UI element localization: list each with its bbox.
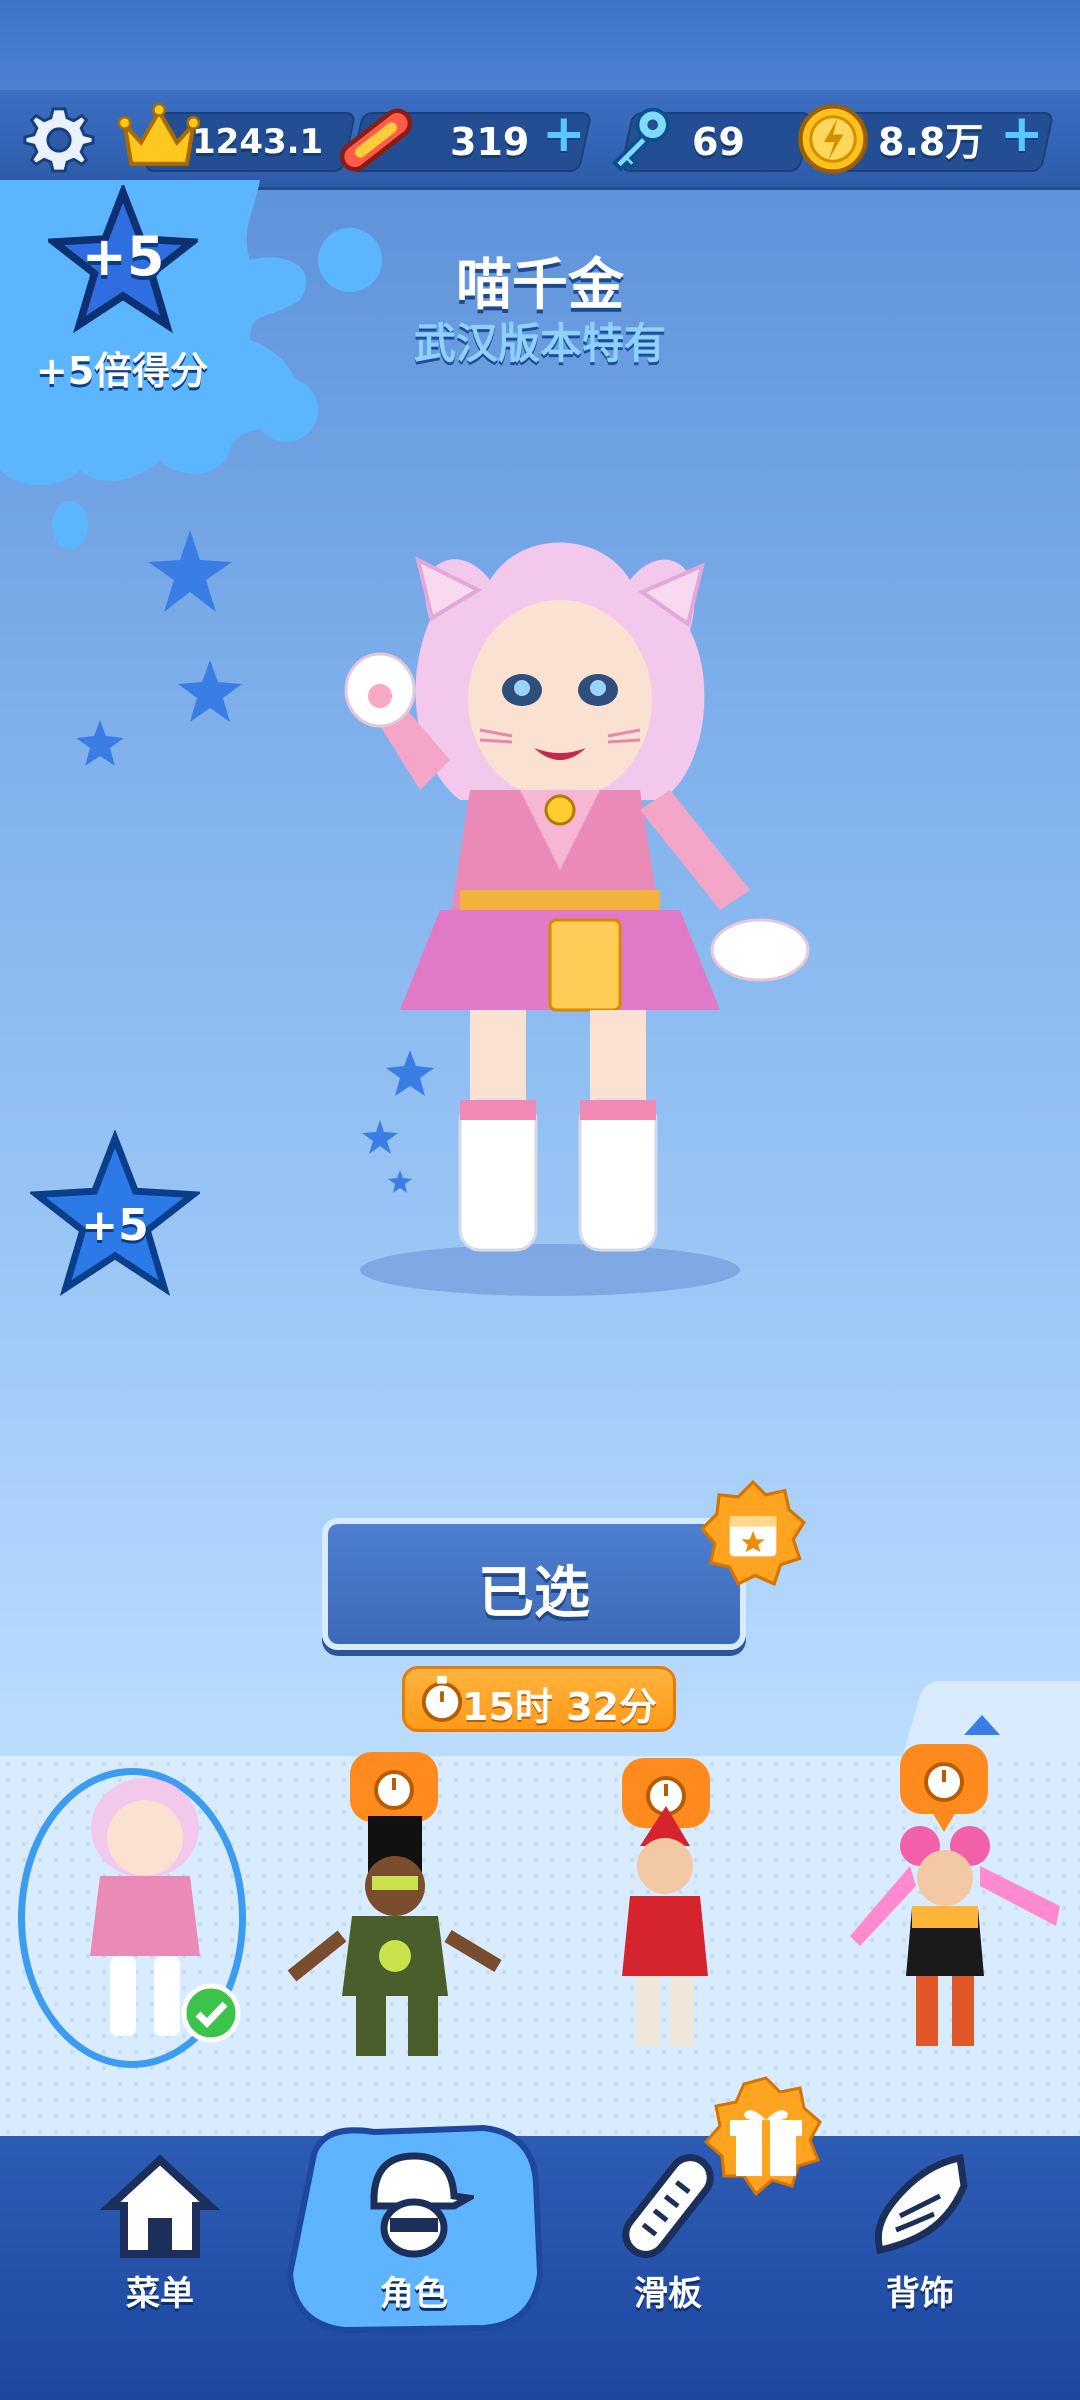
nav-label-hoverboard: 滑板 [634,2274,702,2314]
key-icon [611,107,670,172]
decorative-stars [76,530,242,766]
stopwatch-icon [421,1675,463,1723]
settings-gear-icon[interactable] [22,103,96,177]
nav-character[interactable]: 角色 [314,2136,514,2400]
crown-icon [118,102,200,166]
nav-label-character: 角色 [380,2274,448,2314]
nav-label-accessory: 背饰 [886,2274,954,2314]
character-cap-icon [370,2152,474,2258]
timer-text: 15时 32分 [462,1685,657,1729]
boost-multiplier: +5 [81,225,165,288]
coin-icon [798,104,868,174]
nav-label-menu: 菜单 [126,2274,194,2314]
board-add-button[interactable]: + [542,104,586,164]
character-slot-3[interactable] [540,1756,790,2076]
nav-menu[interactable]: 菜单 [60,2136,260,2400]
coin-value: 8.8万 [878,120,984,164]
nav-accessory[interactable]: 背饰 [820,2136,1020,2400]
event-calendar-icon[interactable] [700,1480,806,1586]
coin-add-button[interactable]: + [1000,104,1044,164]
boost-label: +5倍得分 [35,349,209,393]
home-icon [100,2154,220,2258]
key-value: 69 [692,120,745,164]
gift-icon[interactable] [700,2076,832,2208]
character-slot-2[interactable] [272,1756,522,2076]
bonus-star-value: +5 [81,1200,149,1251]
character-name: 喵千金 [456,253,624,318]
selected-check-icon [181,1983,241,2043]
wing-icon [874,2153,968,2255]
hoverboard-icon [339,108,413,172]
character-subtitle: 武汉版本特有 [413,319,666,368]
board-value: 319 [450,120,530,164]
character-slot-4[interactable] [820,1756,1070,2076]
character-model[interactable] [300,540,840,1300]
selected-button-label: 已选 [478,1561,590,1626]
crown-value: 1243.1万 [192,122,324,222]
